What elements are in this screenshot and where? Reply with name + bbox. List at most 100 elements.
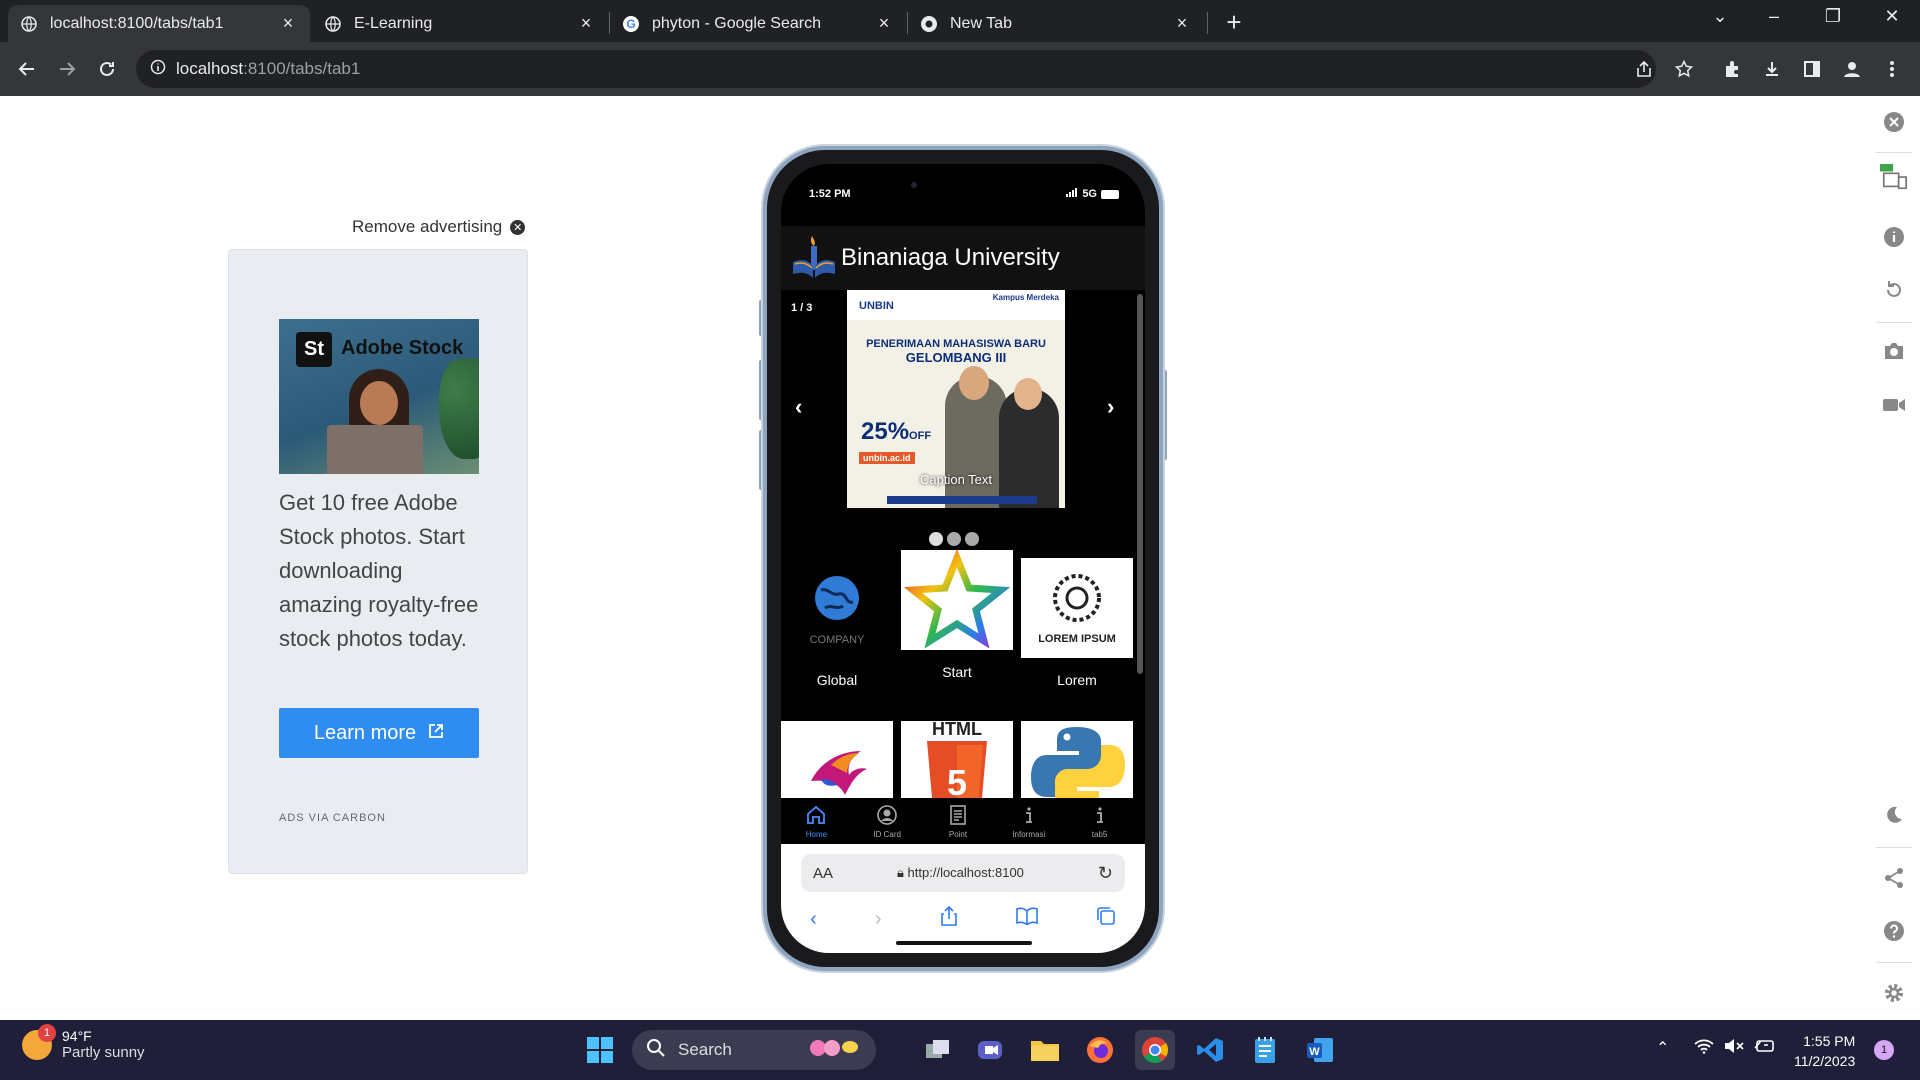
- restore-button[interactable]: ❐: [1813, 6, 1853, 27]
- slide-dot[interactable]: [947, 532, 961, 546]
- app-title: Binaniaga University: [841, 244, 1060, 271]
- tab-google-search[interactable]: G phyton - Google Search ×: [610, 5, 906, 42]
- tab-informasi[interactable]: Informasi: [999, 804, 1059, 839]
- back-button[interactable]: [12, 54, 42, 84]
- word-icon[interactable]: W: [1300, 1030, 1340, 1070]
- show-hidden-icons[interactable]: ⌃: [1656, 1038, 1669, 1058]
- document-icon: [947, 804, 969, 828]
- tab-home[interactable]: Home: [786, 804, 846, 839]
- windows-start-icon[interactable]: [580, 1030, 620, 1070]
- taskbar-clock[interactable]: 1:55 PM 11/2/2023: [1794, 1031, 1855, 1071]
- weather-badge: 1: [38, 1023, 56, 1042]
- safari-forward-icon[interactable]: ›: [875, 908, 882, 931]
- device-toggle-icon[interactable]: [1880, 164, 1908, 192]
- file-explorer-icon[interactable]: [1025, 1030, 1065, 1070]
- reader-aa-button[interactable]: AA: [813, 865, 833, 882]
- site-info-icon[interactable]: [150, 59, 166, 80]
- extensions-icon[interactable]: [1718, 55, 1746, 83]
- prev-slide-button[interactable]: ‹: [795, 394, 802, 420]
- poster-discount: 25%OFF: [861, 418, 931, 446]
- content-scrollbar[interactable]: [1137, 294, 1143, 674]
- tab-point[interactable]: Point: [928, 804, 988, 839]
- safari-address-bar[interactable]: AA 🔒︎ http://localhost:8100 ↻: [801, 854, 1125, 892]
- vscode-icon[interactable]: [1190, 1030, 1230, 1070]
- company-globe-logo: COMPANY: [781, 558, 893, 658]
- student-face: [1014, 378, 1042, 410]
- close-tab-icon[interactable]: ×: [874, 13, 894, 34]
- tab-label: ID Card: [873, 830, 901, 839]
- close-window-button[interactable]: ✕: [1872, 6, 1912, 27]
- side-panel-icon[interactable]: [1798, 55, 1826, 83]
- new-tab-button[interactable]: +: [1222, 7, 1246, 38]
- ad-image[interactable]: St Adobe Stock: [279, 319, 479, 474]
- next-slide-button[interactable]: ›: [1107, 394, 1114, 420]
- globe-icon: [324, 15, 342, 33]
- tab-search-icon[interactable]: ⌄: [1700, 6, 1740, 27]
- remove-advertising-label: Remove advertising: [352, 217, 503, 236]
- safari-reload-icon[interactable]: ↻: [1098, 863, 1113, 884]
- task-view-icon[interactable]: [918, 1030, 958, 1070]
- safari-tabs-icon[interactable]: [1096, 906, 1116, 932]
- weather-widget[interactable]: 1 94°F Partly sunny: [22, 1023, 145, 1061]
- tab-elearning[interactable]: E-Learning ×: [312, 5, 608, 42]
- tab-separator: [1207, 12, 1208, 34]
- speaker-muted-icon[interactable]: [1724, 1038, 1744, 1059]
- slide-dots: [929, 532, 979, 546]
- grid-item-bird[interactable]: [781, 721, 893, 798]
- plant-shape: [439, 359, 479, 459]
- reload-button[interactable]: [92, 54, 122, 84]
- grid-item-html[interactable]: HTML 5: [901, 721, 1013, 798]
- grid-item-python[interactable]: [1021, 721, 1133, 798]
- share-nodes-icon[interactable]: [1880, 864, 1908, 892]
- learn-more-button[interactable]: Learn more: [279, 708, 479, 758]
- wifi-icon[interactable]: [1694, 1038, 1714, 1059]
- notification-badge[interactable]: 1: [1874, 1040, 1894, 1060]
- close-tab-icon[interactable]: ×: [1172, 13, 1192, 34]
- bookmark-star-icon[interactable]: [1670, 55, 1698, 83]
- remove-advertising-link[interactable]: Remove advertising ✕: [352, 217, 526, 237]
- lock-icon: 🔒︎: [897, 865, 904, 880]
- help-icon[interactable]: [1880, 917, 1908, 945]
- grid-item-lorem[interactable]: LOREM IPSUM Lorem: [1021, 558, 1133, 688]
- camera-icon[interactable]: [1880, 337, 1908, 365]
- share-icon[interactable]: [1630, 55, 1658, 83]
- chrome-taskbar-icon[interactable]: [1135, 1030, 1175, 1070]
- firefox-icon[interactable]: [1080, 1030, 1120, 1070]
- profile-icon[interactable]: [1838, 55, 1866, 83]
- slide-dot[interactable]: [929, 532, 943, 546]
- teams-chat-icon[interactable]: [970, 1030, 1010, 1070]
- grid-item-global[interactable]: COMPANY Global: [781, 558, 893, 688]
- safari-back-icon[interactable]: ‹: [810, 908, 817, 931]
- minimize-button[interactable]: –: [1754, 6, 1794, 27]
- battery-charging-icon[interactable]: [1754, 1038, 1776, 1059]
- settings-gear-icon[interactable]: [1880, 979, 1908, 1007]
- dark-mode-icon[interactable]: [1880, 801, 1908, 829]
- ads-via-carbon[interactable]: ADS VIA CARBON: [279, 812, 386, 824]
- slide-dot[interactable]: [965, 532, 979, 546]
- company-logo-text: COMPANY: [810, 634, 865, 646]
- grid-item-start[interactable]: Start: [901, 550, 1013, 680]
- info-circle-icon[interactable]: [1880, 223, 1908, 251]
- tab-tab5[interactable]: tab5: [1070, 804, 1130, 839]
- close-tab-icon[interactable]: ×: [576, 13, 596, 34]
- url-path: :8100/tabs/tab1: [243, 59, 361, 78]
- taskbar-search[interactable]: Search: [632, 1030, 876, 1070]
- address-bar[interactable]: localhost:8100/tabs/tab1: [136, 50, 1656, 88]
- safari-bookmarks-icon[interactable]: [1015, 907, 1038, 931]
- safari-share-icon[interactable]: [940, 905, 958, 932]
- notepad-icon[interactable]: [1245, 1030, 1285, 1070]
- sidebar-separator: [1876, 322, 1912, 323]
- tab-id-card[interactable]: ID Card: [857, 804, 917, 839]
- poster-discount-suffix: OFF: [909, 430, 932, 442]
- menu-icon[interactable]: [1878, 55, 1906, 83]
- forward-button[interactable]: [52, 54, 82, 84]
- rotate-icon[interactable]: [1880, 276, 1908, 304]
- tab-new-tab[interactable]: New Tab ×: [908, 5, 1204, 42]
- tab-localhost[interactable]: localhost:8100/tabs/tab1 ×: [8, 5, 310, 42]
- download-icon[interactable]: [1758, 55, 1786, 83]
- url-host: localhost: [176, 59, 244, 78]
- video-camera-icon[interactable]: [1880, 391, 1908, 419]
- close-tab-icon[interactable]: ×: [278, 13, 298, 34]
- tab-label: Point: [948, 830, 968, 839]
- close-panel-icon[interactable]: [1880, 108, 1908, 136]
